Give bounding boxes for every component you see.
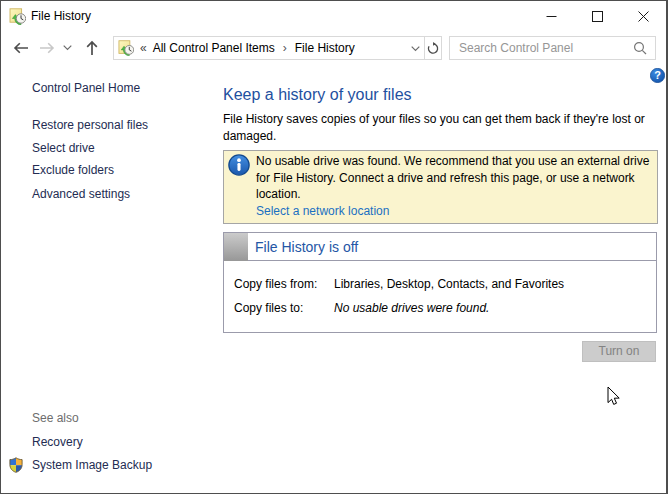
copy-files-from-label: Copy files from: (234, 277, 317, 291)
breadcrumb-item-file-history[interactable]: File History (290, 41, 360, 55)
copy-files-from-value: Libraries, Desktop, Contacts, and Favori… (334, 277, 564, 291)
main-content: ? Keep a history of your files File Hist… (223, 64, 668, 493)
sidebar-item-exclude-folders[interactable]: Exclude folders (32, 163, 114, 177)
up-arrow-icon (85, 40, 99, 56)
sidebar-item-system-image-backup[interactable]: System Image Backup (32, 458, 152, 472)
copy-files-to-value: No usable drives were found. (334, 301, 489, 315)
address-dropdown-button[interactable] (406, 41, 424, 55)
info-icon (228, 154, 250, 176)
search-icon[interactable] (633, 41, 647, 55)
mouse-cursor (607, 386, 620, 406)
breadcrumb-separator: › (280, 41, 290, 55)
refresh-button[interactable] (424, 36, 442, 60)
status-panel-header: File History is off (224, 233, 656, 261)
chevron-down-icon (411, 46, 420, 52)
notice-line: location. (256, 186, 649, 203)
help-icon[interactable]: ? (650, 68, 665, 83)
sidebar-item-restore-personal-files[interactable]: Restore personal files (32, 118, 148, 132)
intro-text: File History saves copies of your files … (223, 111, 645, 145)
notice-line: No usable drive was found. We recommend … (256, 153, 649, 170)
chevron-down-icon (63, 45, 72, 51)
sidebar-item-advanced-settings[interactable]: Advanced settings (32, 187, 130, 201)
sidebar: Control Panel Home Restore personal file… (1, 64, 223, 493)
file-history-icon (9, 8, 26, 25)
close-icon (638, 11, 649, 22)
status-panel-title: File History is off (255, 233, 358, 261)
back-arrow-icon (13, 41, 29, 55)
notice-banner: No usable drive was found. We recommend … (223, 150, 658, 224)
back-button[interactable] (12, 32, 30, 64)
minimize-button[interactable] (528, 1, 574, 32)
notice-text: No usable drive was found. We recommend … (256, 153, 649, 203)
forward-button[interactable] (38, 32, 56, 64)
close-button[interactable] (620, 1, 666, 32)
up-button[interactable] (83, 32, 101, 64)
search-box[interactable]: Search Control Panel (449, 36, 656, 60)
file-history-small-icon (118, 40, 134, 56)
breadcrumb-overflow-chevron[interactable]: « (140, 41, 146, 55)
recent-pages-button[interactable] (61, 32, 73, 64)
breadcrumb-item-all-control-panel-items[interactable]: All Control Panel Items (148, 41, 280, 55)
file-history-window: File History (0, 0, 668, 494)
navigation-bar: « All Control Panel Items › File History… (1, 32, 666, 64)
search-input[interactable]: Search Control Panel (459, 41, 633, 55)
see-also-label: See also (32, 411, 79, 425)
help-question-glyph: ? (654, 69, 661, 81)
title-bar: File History (1, 1, 666, 32)
select-network-location-link[interactable]: Select a network location (256, 204, 389, 218)
maximize-icon (592, 11, 603, 22)
sidebar-item-control-panel-home[interactable]: Control Panel Home (32, 81, 140, 95)
copy-files-to-label: Copy files to: (234, 301, 303, 315)
status-panel-header-square (224, 233, 248, 261)
sidebar-item-select-drive[interactable]: Select drive (32, 141, 95, 155)
window-title: File History (31, 1, 91, 32)
minimize-icon (546, 11, 557, 22)
address-bar[interactable]: « All Control Panel Items › File History (113, 36, 425, 60)
sidebar-item-recovery[interactable]: Recovery (32, 435, 83, 449)
intro-line: damaged. (223, 128, 645, 145)
maximize-button[interactable] (574, 1, 620, 32)
uac-shield-icon (9, 457, 23, 473)
file-history-status-panel: File History is off Copy files from: Lib… (223, 232, 657, 333)
turn-on-button[interactable]: Turn on (582, 341, 656, 362)
refresh-icon (426, 41, 440, 56)
page-title: Keep a history of your files (223, 86, 412, 104)
intro-line: File History saves copies of your files … (223, 111, 645, 128)
notice-line: for File History. Connect a drive and re… (256, 170, 649, 187)
forward-arrow-icon (39, 41, 55, 55)
